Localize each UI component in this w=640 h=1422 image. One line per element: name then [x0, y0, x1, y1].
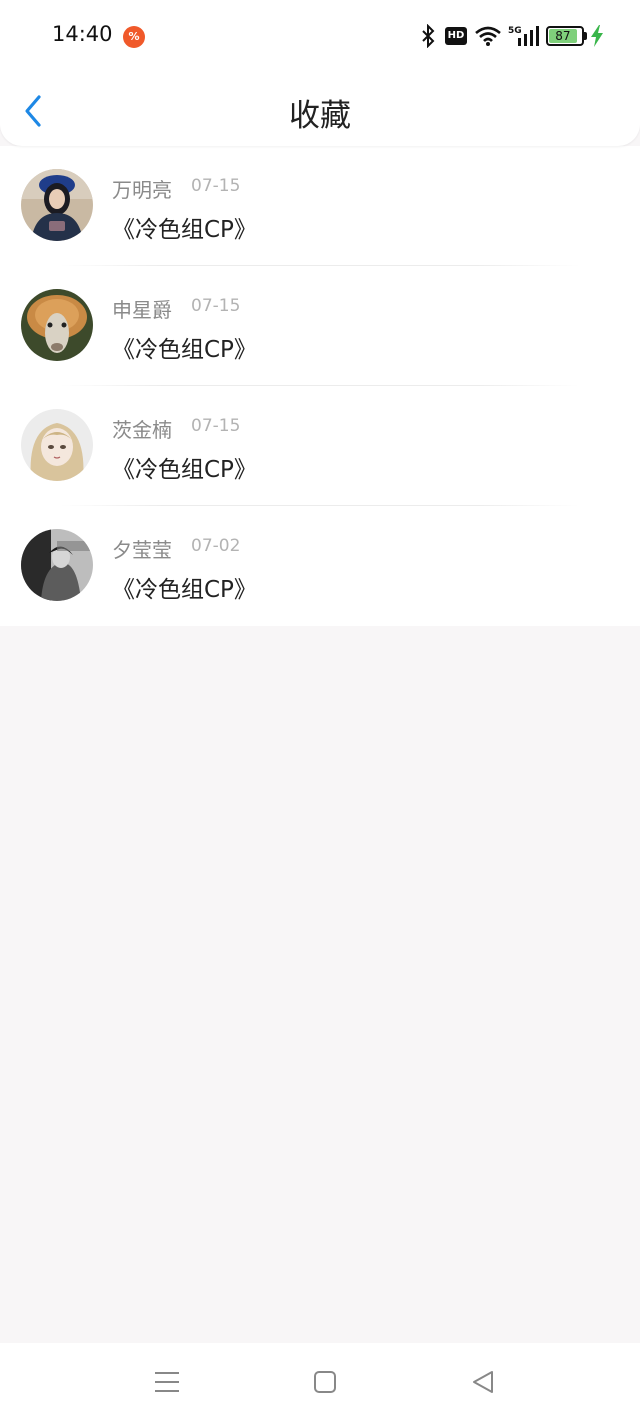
back-triangle-icon[interactable] [470, 1369, 496, 1395]
status-time: 14:40 [52, 22, 113, 46]
home-icon[interactable] [313, 1369, 337, 1395]
favorite-date: 07-02 [191, 536, 241, 556]
user-name: 夕莹莹 [112, 538, 172, 562]
top-bar: 14:40 % HD 5G 87 收藏 [0, 0, 640, 146]
avatar[interactable] [21, 529, 93, 601]
status-bar: 14:40 % HD 5G 87 [0, 0, 640, 72]
favorite-date: 07-15 [191, 416, 241, 436]
hd-icon: HD [445, 27, 467, 45]
list-item[interactable]: 夕莹莹 07-02 《冷色组CP》 [0, 506, 640, 626]
list-item[interactable]: 茨金楠 07-15 《冷色组CP》 [0, 386, 640, 506]
work-title[interactable]: 《冷色组CP》 [112, 450, 257, 484]
list-item[interactable]: 万明亮 07-15 《冷色组CP》 [0, 146, 640, 266]
work-title[interactable]: 《冷色组CP》 [112, 330, 257, 364]
favorites-list: 万明亮 07-15 《冷色组CP》 申星爵 07-15 《冷色组CP》 茨金楠 … [0, 146, 640, 626]
wifi-icon [475, 26, 501, 46]
menu-icon[interactable] [154, 1369, 180, 1395]
avatar[interactable] [21, 409, 93, 481]
favorite-date: 07-15 [191, 176, 241, 196]
user-name: 万明亮 [112, 178, 172, 202]
charging-icon [591, 25, 603, 47]
page-title: 收藏 [289, 98, 351, 134]
list-item[interactable]: 申星爵 07-15 《冷色组CP》 [0, 266, 640, 386]
favorite-date: 07-15 [191, 296, 241, 316]
bluetooth-icon [422, 24, 435, 48]
avatar[interactable] [21, 289, 93, 361]
avatar[interactable] [21, 169, 93, 241]
work-title[interactable]: 《冷色组CP》 [112, 210, 257, 244]
user-name: 申星爵 [112, 298, 172, 322]
signal-icon: 5G [508, 26, 539, 46]
work-title[interactable]: 《冷色组CP》 [112, 570, 257, 604]
battery-cap [584, 32, 587, 40]
app-notification-icon: % [123, 26, 145, 48]
battery-level: 87 [549, 29, 577, 43]
user-name: 茨金楠 [112, 418, 172, 442]
network-type-label: 5G [508, 26, 522, 36]
battery-icon: 87 [546, 26, 584, 46]
system-navigation-bar [0, 1343, 640, 1422]
navigation-bar: 收藏 [0, 72, 640, 146]
